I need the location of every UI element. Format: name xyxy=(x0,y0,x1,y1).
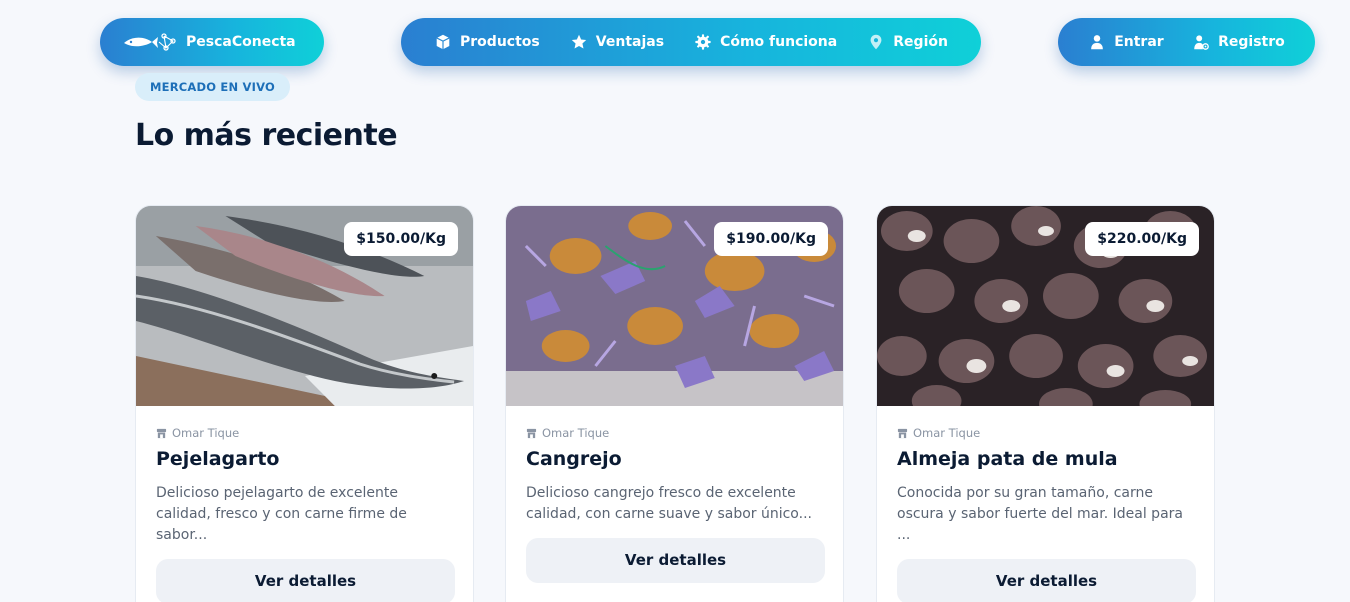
product-description: Delicioso cangrejo fresco de excelente c… xyxy=(526,485,812,522)
seller-info: Omar Tique xyxy=(897,426,1194,440)
main-nav: Productos Ventajas Cómo funciona Región xyxy=(401,18,981,66)
seller-name: Omar Tique xyxy=(913,426,981,440)
gear-icon xyxy=(695,34,711,50)
price-tag: $220.00/Kg xyxy=(1085,222,1199,256)
product-description: Conocida por su gran tamaño, carne oscur… xyxy=(897,485,1183,543)
star-icon xyxy=(571,34,586,49)
login-label: Entrar xyxy=(1114,34,1164,50)
product-name: Cangrejo xyxy=(526,448,622,470)
product-image[interactable]: $150.00/Kg xyxy=(136,206,473,406)
auth-nav: Entrar Registro xyxy=(1058,18,1315,66)
brand-name: PescaConecta xyxy=(186,34,296,50)
view-details-button[interactable]: Ver detalles xyxy=(897,559,1196,602)
product-name: Pejelagarto xyxy=(156,448,280,470)
nav-item-region[interactable]: Región xyxy=(867,33,948,51)
login-button[interactable]: Entrar xyxy=(1088,33,1164,51)
register-button[interactable]: Registro xyxy=(1192,33,1285,51)
seller-info: Omar Tique xyxy=(526,426,823,440)
nav-item-ventajas[interactable]: Ventajas xyxy=(570,33,664,51)
product-image[interactable]: $190.00/Kg xyxy=(506,206,843,406)
brand-logo-link[interactable]: PescaConecta xyxy=(100,18,324,66)
section-title: Lo más reciente xyxy=(135,118,398,153)
seller-info: Omar Tique xyxy=(156,426,453,440)
nav-item-label: Región xyxy=(893,34,948,50)
fish-network-icon xyxy=(124,33,176,51)
section-badge: MERCADO EN VIVO xyxy=(135,73,290,101)
store-icon xyxy=(526,428,537,438)
seller-name: Omar Tique xyxy=(172,426,240,440)
seller-name: Omar Tique xyxy=(542,426,610,440)
map-pin-icon xyxy=(870,34,882,50)
product-card: $220.00/Kg Omar Tique Almeja pata de mul… xyxy=(876,205,1215,602)
product-name: Almeja pata de mula xyxy=(897,448,1118,470)
register-label: Registro xyxy=(1218,34,1285,50)
store-icon xyxy=(156,428,167,438)
product-card: $190.00/Kg Omar Tique Cangrejo Delicioso… xyxy=(505,205,844,602)
user-icon xyxy=(1091,35,1104,50)
nav-item-label: Ventajas xyxy=(595,34,665,50)
price-tag: $190.00/Kg xyxy=(714,222,828,256)
view-details-button[interactable]: Ver detalles xyxy=(526,538,825,583)
product-image[interactable]: $220.00/Kg xyxy=(877,206,1214,406)
nav-item-como-funciona[interactable]: Cómo funciona xyxy=(694,33,837,51)
product-card: $150.00/Kg Omar Tique Pejelagarto Delici… xyxy=(135,205,474,602)
product-description: Delicioso pejelagarto de excelente calid… xyxy=(156,485,407,543)
price-tag: $150.00/Kg xyxy=(344,222,458,256)
view-details-button[interactable]: Ver detalles xyxy=(156,559,455,602)
nav-item-label: Cómo funciona xyxy=(720,34,838,50)
box-icon xyxy=(436,34,450,50)
nav-item-productos[interactable]: Productos xyxy=(434,33,540,51)
nav-item-label: Productos xyxy=(460,34,540,50)
user-register-icon xyxy=(1194,35,1209,50)
store-icon xyxy=(897,428,908,438)
